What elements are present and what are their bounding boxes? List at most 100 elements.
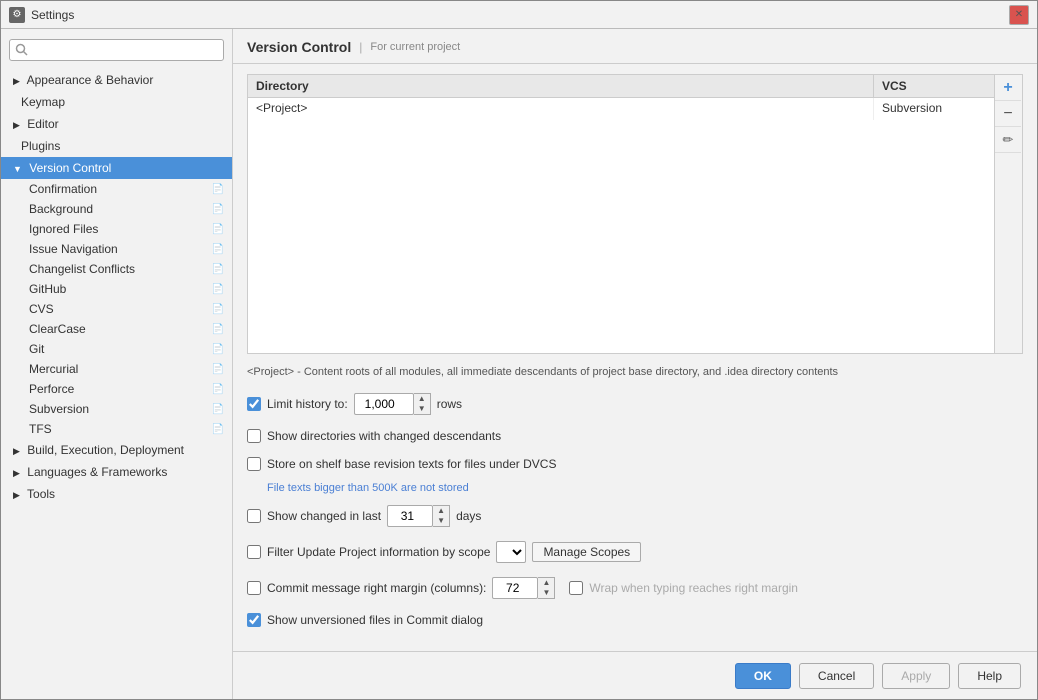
commit-margin-input[interactable] [492,577,538,599]
app-icon: ⚙ [9,7,25,23]
sidebar-item-confirmation[interactable]: Confirmation 📄 [1,179,232,199]
scope-dropdown[interactable] [496,541,526,563]
show-unversioned-checkbox[interactable] [247,613,261,627]
limit-history-label-post: rows [437,397,462,411]
show-changed-input[interactable] [387,505,433,527]
remove-button[interactable]: − [995,101,1021,127]
wrap-typing-checkbox[interactable] [569,581,583,595]
info-text: <Project> - Content roots of all modules… [247,362,1023,382]
show-directories-checkbox[interactable] [247,429,261,443]
search-input[interactable] [9,39,224,61]
show-changed-up[interactable]: ▲ [433,506,449,516]
limit-history-label-pre: Limit history to: [267,397,348,411]
sidebar-item-issue-navigation[interactable]: Issue Navigation 📄 [1,239,232,259]
col-directory: Directory [248,75,874,97]
col-vcs: VCS [874,75,994,97]
shelf-hint: File texts bigger than 500K are not stor… [247,482,1023,494]
page-icon-subversion: 📄 [212,404,224,415]
title-bar-left: ⚙ Settings [9,7,74,23]
sidebar-item-github[interactable]: GitHub 📄 [1,279,232,299]
page-icon-ignored: 📄 [212,224,224,235]
spinbox-up[interactable]: ▲ [414,394,430,404]
store-shelf-label: Store on shelf base revision texts for f… [267,457,556,471]
commit-margin-up[interactable]: ▲ [538,578,554,588]
main-header: Version Control | For current project [233,29,1037,64]
sidebar-item-tfs[interactable]: TFS 📄 [1,419,232,439]
ok-button[interactable]: OK [735,663,791,689]
add-button[interactable]: + [995,75,1021,101]
filter-update-checkbox[interactable] [247,545,261,559]
manage-scopes-button[interactable]: Manage Scopes [532,542,641,562]
main-title: Version Control [247,39,351,55]
apply-button[interactable]: Apply [882,663,950,689]
arrow-icon-tools: ▶ [13,490,20,500]
table-container: Directory VCS <Project> Subversion + [247,74,1023,354]
sidebar-item-keymap[interactable]: Keymap [1,91,232,113]
page-icon-git: 📄 [212,344,224,355]
edit-button[interactable]: ✏ [995,127,1021,153]
header-separator: | [359,40,362,54]
vcs-table-header: Directory VCS [248,75,994,98]
cancel-button[interactable]: Cancel [799,663,874,689]
sidebar-item-vc-label: ▼ Version Control [13,161,111,175]
show-changed-spinbox: ▲ ▼ [387,505,450,527]
page-icon-github: 📄 [212,284,224,295]
limit-history-input[interactable] [354,393,414,415]
sidebar-item-build[interactable]: ▶ Build, Execution, Deployment [1,439,232,461]
option-show-directories: Show directories with changed descendant… [247,426,1023,446]
sidebar-item-git[interactable]: Git 📄 [1,339,232,359]
page-icon-clearcase: 📄 [212,324,224,335]
spinbox-down[interactable]: ▼ [414,404,430,414]
sidebar-item-mercurial[interactable]: Mercurial 📄 [1,359,232,379]
show-unversioned-label: Show unversioned files in Commit dialog [267,613,483,627]
limit-history-checkbox[interactable] [247,397,261,411]
title-bar: ⚙ Settings ✕ [1,1,1037,29]
sidebar-item-subversion[interactable]: Subversion 📄 [1,399,232,419]
footer: OK Cancel Apply Help [233,651,1037,699]
vcs-table-body[interactable]: <Project> Subversion [248,98,994,353]
sidebar-item-clearcase[interactable]: ClearCase 📄 [1,319,232,339]
table-row[interactable]: <Project> Subversion [248,98,994,120]
limit-history-spinbox: ▲ ▼ [354,393,431,415]
option-filter-update: Filter Update Project information by sco… [247,538,1023,566]
commit-margin-down[interactable]: ▼ [538,588,554,598]
sidebar-item-appearance-label: ▶ Appearance & Behavior [13,73,153,87]
help-button[interactable]: Help [958,663,1021,689]
sidebar-item-appearance[interactable]: ▶ Appearance & Behavior [1,69,232,91]
arrow-icon-lang: ▶ [13,468,20,478]
settings-window: ⚙ Settings ✕ ▶ Appearance & Behavior Key… [0,0,1038,700]
sidebar-item-tools[interactable]: ▶ Tools [1,483,232,505]
sidebar-item-languages-label: ▶ Languages & Frameworks [13,465,167,479]
show-changed-label-pre: Show changed in last [267,509,381,523]
cell-directory: <Project> [248,98,874,120]
sidebar-item-plugins[interactable]: Plugins [1,135,232,157]
sidebar-item-ignored-files[interactable]: Ignored Files 📄 [1,219,232,239]
sidebar-item-background[interactable]: Background 📄 [1,199,232,219]
sidebar-item-cvs[interactable]: CVS 📄 [1,299,232,319]
sidebar-item-editor[interactable]: ▶ Editor [1,113,232,135]
page-icon-cvs: 📄 [212,304,224,315]
sidebar-item-changelist-conflicts[interactable]: Changelist Conflicts 📄 [1,259,232,279]
close-button[interactable]: ✕ [1009,5,1029,25]
table-action-buttons: + − ✏ [995,74,1023,354]
sidebar-item-perforce[interactable]: Perforce 📄 [1,379,232,399]
main-subtitle: For current project [370,41,460,53]
option-show-changed: Show changed in last ▲ ▼ days [247,502,1023,530]
main-panel: Version Control | For current project Di… [233,29,1037,699]
commit-margin-checkbox[interactable] [247,581,261,595]
vcs-table: Directory VCS <Project> Subversion [247,74,995,354]
window-title: Settings [31,8,74,22]
show-changed-down[interactable]: ▼ [433,516,449,526]
sidebar-item-languages[interactable]: ▶ Languages & Frameworks [1,461,232,483]
store-shelf-checkbox[interactable] [247,457,261,471]
main-body: Directory VCS <Project> Subversion + [233,64,1037,651]
search-box[interactable] [9,39,224,61]
spinbox-arrows: ▲ ▼ [414,393,431,415]
arrow-icon-build: ▶ [13,446,20,456]
filter-update-label: Filter Update Project information by sco… [267,545,490,559]
option-store-shelf: Store on shelf base revision texts for f… [247,454,1023,474]
show-changed-checkbox[interactable] [247,509,261,523]
sidebar-item-editor-label: ▶ Editor [13,117,59,131]
sidebar-item-version-control[interactable]: ▼ Version Control [1,157,232,179]
option-commit-margin: Commit message right margin (columns): ▲… [247,574,1023,602]
